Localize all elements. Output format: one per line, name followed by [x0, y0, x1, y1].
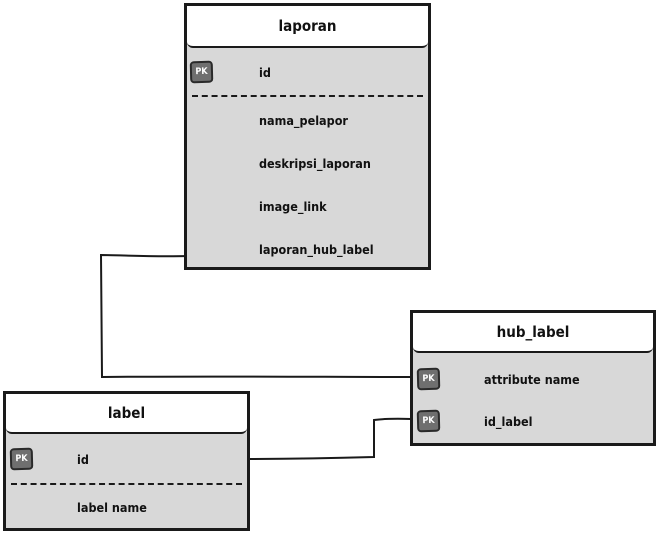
laporan-field-row: deskripsi_laporan [187, 151, 428, 175]
laporan-field-nama-pelapor: nama_pelapor [259, 112, 348, 128]
laporan-field-id: id [259, 64, 271, 80]
entity-laporan-header: laporan [187, 6, 428, 48]
connector-laporan-to-hub-label [99, 252, 416, 379]
pk-badge-label: PK [15, 453, 28, 465]
laporan-key-divider [192, 95, 423, 97]
hub-label-field-row: PK attribute name [413, 367, 653, 391]
entity-laporan: laporan PK id nama_pelapor deskripsi_lap… [184, 3, 431, 270]
laporan-field-laporan-hub-label: laporan_hub_label [259, 241, 374, 257]
entity-label: label PK id label name [3, 391, 250, 531]
laporan-field-row: laporan_hub_label [187, 237, 428, 261]
label-key-divider [11, 483, 242, 485]
entity-label-title: label [107, 404, 146, 422]
laporan-pk-row: PK id [187, 60, 428, 84]
laporan-field-deskripsi-laporan: deskripsi_laporan [259, 155, 371, 171]
pk-badge-label: PK [195, 66, 208, 78]
primary-key-icon: PK [189, 60, 214, 84]
entity-label-header: label [6, 394, 247, 434]
entity-laporan-title: laporan [278, 17, 337, 35]
connector-label-to-hub-label [242, 417, 416, 460]
label-field-label-name: label name [77, 499, 147, 515]
entity-hub-label-header: hub_label [413, 313, 653, 353]
label-field-row: label name [6, 495, 247, 519]
hub-label-field-id-label: id_label [484, 413, 533, 429]
primary-key-icon: PK [416, 367, 441, 391]
laporan-field-row: nama_pelapor [187, 108, 428, 132]
hub-label-field-row: PK id_label [413, 409, 653, 433]
primary-key-icon: PK [9, 447, 34, 471]
pk-badge-label: PK [422, 373, 435, 385]
entity-hub-label-title: hub_label [496, 323, 570, 341]
label-field-id: id [77, 451, 89, 467]
primary-key-icon: PK [416, 409, 441, 433]
laporan-field-image-link: image_link [259, 198, 327, 214]
laporan-field-row: image_link [187, 194, 428, 218]
entity-hub-label: hub_label PK attribute name PK id_label [410, 310, 656, 446]
hub-label-field-attribute-name: attribute name [484, 371, 580, 387]
pk-badge-label: PK [422, 415, 435, 427]
label-pk-row: PK id [6, 447, 247, 471]
